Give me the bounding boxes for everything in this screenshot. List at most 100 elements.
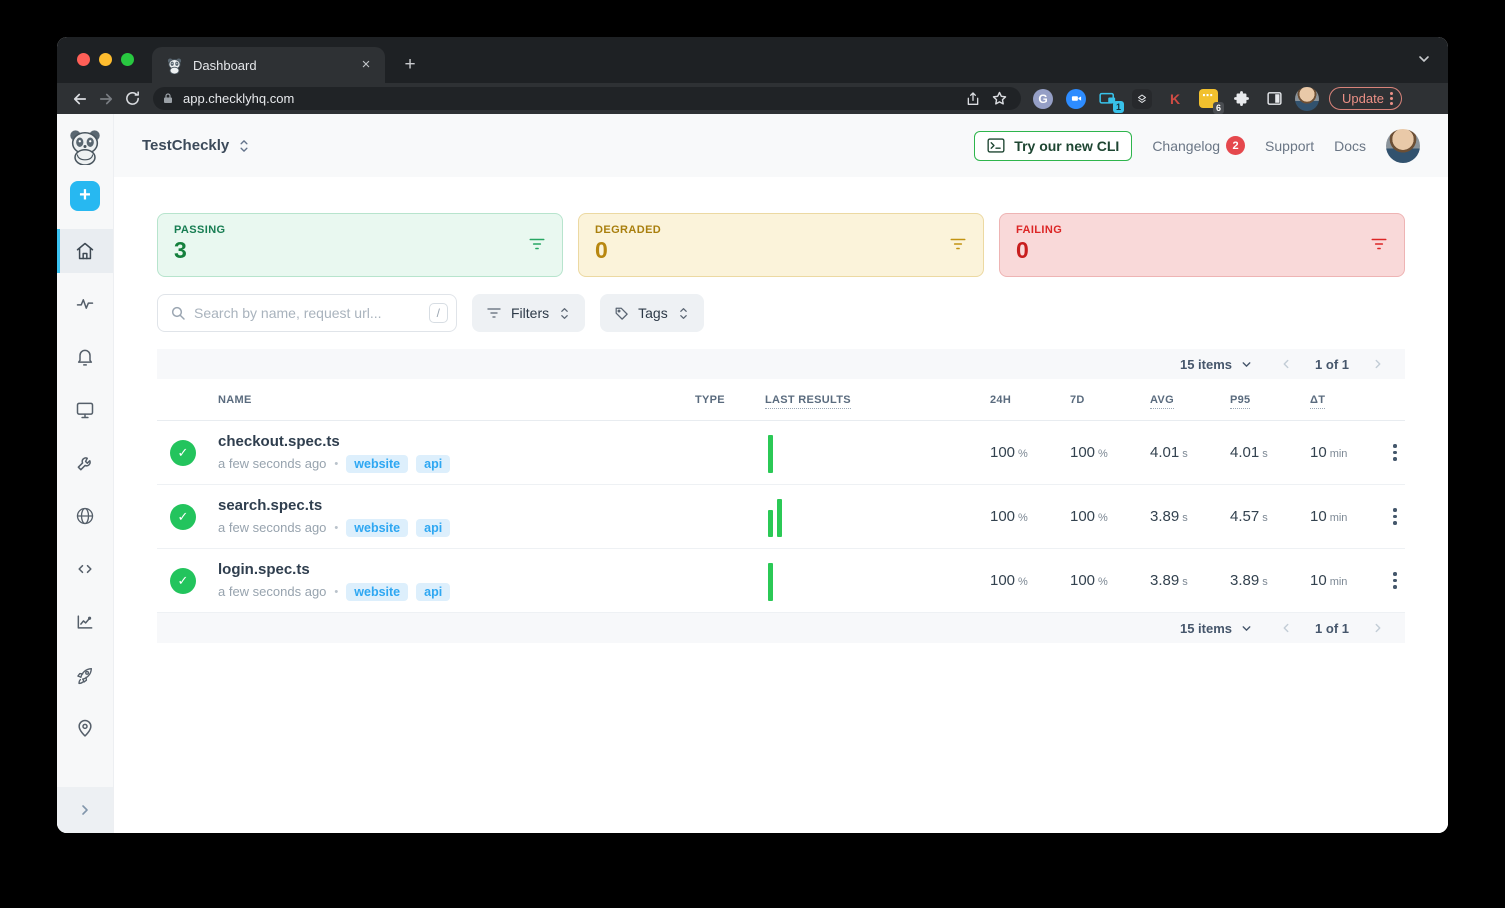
checkly-favicon-icon <box>167 57 182 74</box>
app-header: TestCheckly Try our new CLI Changelog 2 … <box>114 114 1448 177</box>
degraded-card[interactable]: DEGRADED 0 <box>578 213 984 277</box>
tab-search-chevron-icon[interactable] <box>1416 51 1432 67</box>
metric-avg: 4.01 s <box>1150 443 1188 461</box>
new-tab-button[interactable]: + <box>397 52 423 78</box>
reload-button[interactable] <box>119 87 145 111</box>
tag-website[interactable]: website <box>346 454 409 473</box>
tag-website[interactable]: website <box>346 582 409 601</box>
chevron-down-icon <box>1242 361 1251 367</box>
search-shortcut-key: / <box>428 303 448 323</box>
check-last-updated: a few seconds ago <box>218 584 327 599</box>
sidebar-item-maintenance-wrench[interactable] <box>57 441 113 485</box>
share-icon[interactable] <box>960 87 986 111</box>
docs-link[interactable]: Docs <box>1334 138 1366 154</box>
next-page-button[interactable] <box>1371 357 1385 371</box>
zoom-window-button[interactable] <box>121 53 134 66</box>
tag-api[interactable]: api <box>416 454 451 473</box>
check-name-link[interactable]: checkout.spec.ts <box>218 433 695 450</box>
browser-menu-kebab-icon[interactable] <box>1389 92 1393 105</box>
row-menu-kebab[interactable] <box>1385 444 1405 461</box>
column-last-results: LAST RESULTS <box>765 393 990 409</box>
traffic-lights <box>77 53 134 66</box>
notes-extension-icon[interactable]: ⋯ 6 <box>1196 87 1224 114</box>
search-input[interactable] <box>194 305 429 321</box>
tag-api[interactable]: api <box>416 582 451 601</box>
status-passing-icon: ✓ <box>170 567 196 594</box>
metric-p95: 4.57 s <box>1230 507 1268 525</box>
user-avatar[interactable] <box>1386 128 1420 163</box>
minimize-window-button[interactable] <box>99 53 112 66</box>
tag-website[interactable]: website <box>346 518 409 537</box>
sidebar-item-getting-started-rocket[interactable] <box>57 653 113 697</box>
back-button[interactable] <box>67 87 93 111</box>
passing-card[interactable]: PASSING 3 <box>157 213 563 277</box>
checkly-logo[interactable] <box>66 127 104 165</box>
sidebar-item-private-locations-globe[interactable] <box>57 494 113 538</box>
extensions-puzzle-icon[interactable] <box>1229 87 1253 111</box>
last-results-bars[interactable] <box>765 497 990 537</box>
row-menu-kebab[interactable] <box>1385 508 1405 525</box>
close-window-button[interactable] <box>77 53 90 66</box>
metric-dt: 10 min <box>1310 507 1348 525</box>
kagi-extension-icon[interactable]: K <box>1163 87 1187 111</box>
sidebar-expand-chevron[interactable] <box>57 787 113 833</box>
last-results-bars[interactable] <box>765 433 990 473</box>
prev-page-button[interactable] <box>1279 357 1293 371</box>
sidebar-item-home[interactable] <box>57 229 113 273</box>
sidebar-item-alerts-bell[interactable] <box>57 335 113 379</box>
prev-page-button[interactable] <box>1279 621 1293 635</box>
check-name-link[interactable]: login.spec.ts <box>218 561 695 578</box>
address-bar[interactable]: app.checklyhq.com <box>153 87 1021 110</box>
sidebar-item-locations-pin[interactable] <box>57 706 113 750</box>
browser-profile-avatar[interactable] <box>1295 86 1319 111</box>
browser-tab-dashboard[interactable]: Dashboard × <box>152 47 385 83</box>
tag-api[interactable]: api <box>416 518 451 537</box>
row-menu-kebab[interactable] <box>1385 572 1405 589</box>
sidebar-item-analytics-chart[interactable] <box>57 600 113 644</box>
next-page-button[interactable] <box>1371 621 1385 635</box>
table-row[interactable]: ✓ checkout.spec.ts a few seconds ago • w… <box>157 421 1405 485</box>
search-box[interactable]: / <box>157 294 457 332</box>
tab-strip: Dashboard × + <box>57 37 1448 83</box>
tags-dropdown-button[interactable]: Tags <box>600 294 704 332</box>
metric-24h: 100% <box>990 443 1028 461</box>
grammarly-extension-icon[interactable]: G <box>1031 87 1055 111</box>
changelog-link[interactable]: Changelog 2 <box>1152 136 1246 155</box>
separator-dot: • <box>334 457 339 470</box>
failing-count: 0 <box>1016 237 1029 263</box>
sidebar-item-activity[interactable] <box>57 282 113 326</box>
bookmark-star-icon[interactable] <box>986 87 1012 111</box>
filters-dropdown-button[interactable]: Filters <box>472 294 586 332</box>
search-icon <box>171 306 185 320</box>
checkly-app: + TestCheckly Try our new CLI Changelog … <box>57 114 1448 833</box>
browser-toolbar: app.checklyhq.com G 1 K ⋯ 6 Update <box>57 83 1448 114</box>
account-switcher[interactable]: TestCheckly <box>142 137 251 154</box>
table-row[interactable]: ✓ search.spec.ts a few seconds ago • web… <box>157 485 1405 549</box>
pagination-bottom: 15 items 1 of 1 <box>157 613 1405 643</box>
check-name-link[interactable]: search.spec.ts <box>218 497 695 514</box>
items-per-page-dropdown[interactable]: 15 items <box>1180 621 1253 636</box>
update-chrome-button[interactable]: Update <box>1329 87 1402 110</box>
layers-extension-icon[interactable] <box>1130 87 1154 111</box>
last-results-bars[interactable] <box>765 561 990 601</box>
status-passing-icon: ✓ <box>170 503 196 530</box>
zoom-extension-icon[interactable] <box>1064 87 1088 111</box>
column-p95: P95 <box>1230 393 1310 409</box>
screen-share-extension-icon[interactable]: 1 <box>1097 87 1124 113</box>
forward-button[interactable] <box>93 87 119 111</box>
sidebar-item-dashboards-monitor[interactable] <box>57 388 113 432</box>
chevrons-up-down-icon <box>561 307 568 319</box>
side-panel-icon[interactable] <box>1262 87 1286 111</box>
tab-close-icon[interactable]: × <box>357 56 375 74</box>
items-per-page-dropdown[interactable]: 15 items <box>1180 357 1253 372</box>
create-check-button[interactable]: + <box>70 181 100 211</box>
failing-card[interactable]: FAILING 0 <box>999 213 1405 277</box>
table-row[interactable]: ✓ login.spec.ts a few seconds ago • webs… <box>157 549 1405 613</box>
try-cli-button[interactable]: Try our new CLI <box>974 130 1133 161</box>
metric-avg: 3.89 s <box>1150 507 1188 525</box>
sidebar-item-snippets-code[interactable] <box>57 547 113 591</box>
separator-dot: • <box>334 521 339 534</box>
support-link[interactable]: Support <box>1265 138 1314 154</box>
account-switcher-chevrons-icon <box>240 139 248 152</box>
tag-icon <box>615 307 628 320</box>
